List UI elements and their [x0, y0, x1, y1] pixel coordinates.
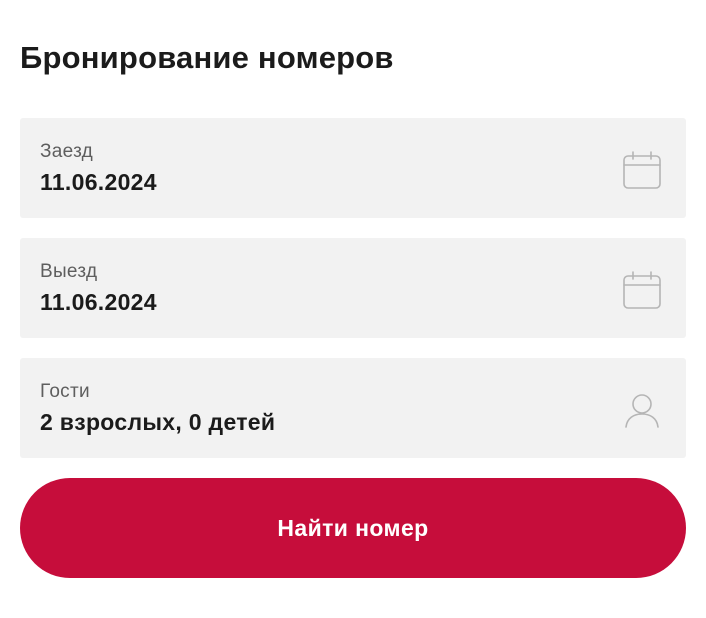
guests-field[interactable]: Гости 2 взрослых, 0 детей [20, 358, 686, 458]
booking-widget: Бронирование номеров Заезд 11.06.2024 Вы… [0, 0, 706, 618]
checkout-date-field[interactable]: Выезд 11.06.2024 [20, 238, 686, 338]
checkin-label: Заезд [40, 141, 94, 162]
calendar-icon[interactable] [622, 150, 662, 190]
guests-label: Гости [40, 381, 90, 402]
checkout-label: Выезд [40, 261, 98, 282]
checkin-date-field[interactable]: Заезд 11.06.2024 [20, 118, 686, 218]
checkin-value: 11.06.2024 [40, 169, 157, 195]
checkout-value: 11.06.2024 [40, 289, 157, 315]
calendar-icon[interactable] [622, 270, 662, 310]
person-icon[interactable] [622, 390, 662, 430]
page-title: Бронирование номеров [20, 40, 394, 75]
guests-value: 2 взрослых, 0 детей [40, 409, 276, 435]
find-room-button[interactable]: Найти номер [20, 478, 686, 578]
